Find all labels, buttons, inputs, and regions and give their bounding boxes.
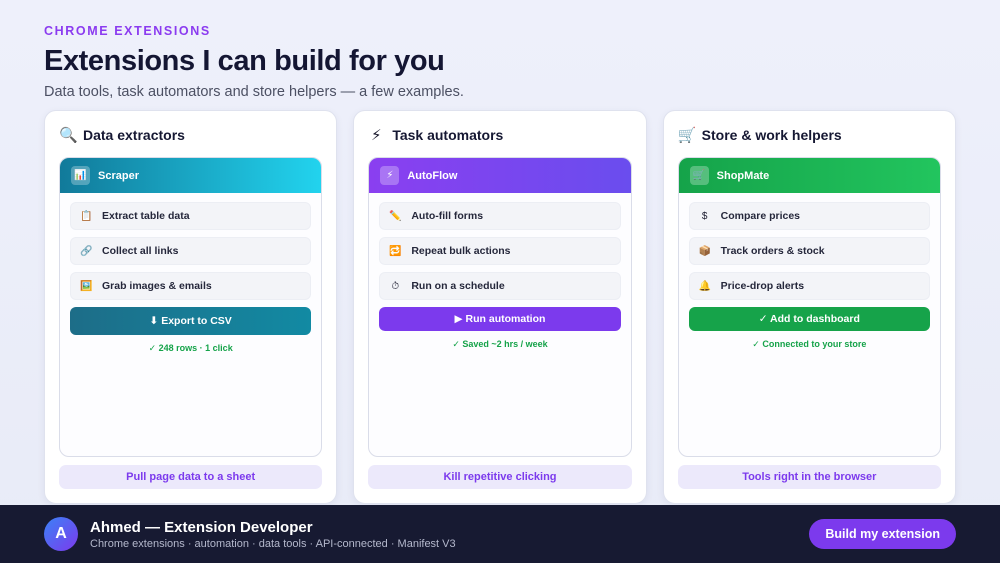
feature-item[interactable]: ⏱ Run on a schedule [379,272,621,300]
run-automation-button[interactable]: ▶ Run automation [379,307,621,331]
card-title: Data extractors [83,127,185,143]
card-tagline: Kill repetitive clicking [368,465,632,489]
card-title: Store & work helpers [701,127,842,143]
popup-titlebar: 🛒 ShopMate [678,158,940,193]
repeat-icon: 🔁 [389,245,402,257]
bar-chart-icon: 📊 [71,166,90,185]
card-tagline: Tools right in the browser [677,465,941,489]
status-text: ✓ Connected to your store [752,339,867,349]
feature-label: Track orders & stock [720,245,825,257]
extension-name: AutoFlow [407,169,458,182]
feature-item[interactable]: 🔔 Price-drop alerts [688,272,930,300]
feature-label: Compare prices [720,210,801,222]
feature-item[interactable]: 🖼️ Grab images & emails [70,272,312,300]
card-data-extractors: 🔍 Data extractors 📊 Scraper 📋 Extract ta… [44,110,338,504]
card-task-automators: ⚡ Task automators ⚡ AutoFlow ✏️ Auto-fil… [353,110,647,504]
eyebrow-label: CHROME EXTENSIONS [44,24,211,38]
shopping-cart-icon: 🛒 [689,166,709,185]
feature-item[interactable]: 🔁 Repeat bulk actions [379,237,621,265]
feature-item[interactable]: 📦 Track orders & stock [688,237,930,265]
card-store-helpers: 🛒 Store & work helpers 🛒 ShopMate $ Comp… [662,110,956,504]
clipboard-icon: 📋 [80,210,93,222]
stopwatch-icon: ⏱ [391,280,400,292]
feature-label: Grab images & emails [102,280,212,292]
card-grid: 🔍 Data extractors 📊 Scraper 📋 Extract ta… [44,110,956,504]
card-tagline: Pull page data to a sheet [59,465,323,489]
feature-item[interactable]: 🔗 Collect all links [70,237,312,265]
page-title: Extensions I can build for you [44,45,445,77]
popup-titlebar: 📊 Scraper [60,158,322,193]
build-extension-button[interactable]: Build my extension [809,519,956,549]
feature-label: Repeat bulk actions [411,245,511,257]
image-icon: 🖼️ [80,280,93,292]
feature-label: Price-drop alerts [720,280,805,292]
developer-name: Ahmed — Extension Developer [90,518,313,536]
page-subtitle: Data tools, task automators and store he… [44,84,464,100]
popup-titlebar: ⚡ AutoFlow [369,158,631,193]
page-header: CHROME EXTENSIONS Extensions I can build… [44,24,464,100]
status-text: ✓ Saved ~2 hrs / week [452,339,548,349]
card-title: Task automators [392,127,504,143]
package-icon: 📦 [698,245,712,257]
shopping-cart-icon: 🛒 [677,127,697,144]
feature-label: Run on a schedule [411,280,505,292]
link-icon: 🔗 [80,245,93,257]
feature-label: Extract table data [102,210,190,222]
export-csv-button[interactable]: ⬇ Export to CSV [70,307,312,335]
developer-tags: Chrome extensions · automation · data to… [90,537,456,550]
extension-popup-shopmate: 🛒 ShopMate $ Compare prices 📦 Track orde… [677,157,941,457]
feature-item[interactable]: 📋 Extract table data [70,202,312,230]
status-text: ✓ 248 rows · 1 click [148,343,233,353]
lightning-icon: ⚡ [380,166,400,185]
extension-name: ShopMate [716,169,770,182]
feature-item[interactable]: ✏️ Auto-fill forms [379,202,621,230]
feature-label: Auto-fill forms [411,210,484,222]
pencil-icon: ✏️ [389,210,402,222]
magnifier-icon: 🔍 [59,127,78,144]
profile-bar: A Ahmed — Extension Developer Chrome ext… [0,505,1000,563]
feature-item[interactable]: $ Compare prices [688,202,930,230]
extension-name: Scraper [98,169,139,182]
lightning-icon: ⚡ [371,127,382,144]
feature-label: Collect all links [102,245,179,257]
bell-icon: 🔔 [698,280,712,292]
extension-popup-autoflow: ⚡ AutoFlow ✏️ Auto-fill forms 🔁 Repeat b… [368,157,632,457]
extension-popup-scraper: 📊 Scraper 📋 Extract table data 🔗 Collect… [59,157,323,457]
avatar: A [44,517,78,551]
dollar-icon: $ [701,210,708,222]
add-to-dashboard-button[interactable]: ✓ Add to dashboard [688,307,930,331]
